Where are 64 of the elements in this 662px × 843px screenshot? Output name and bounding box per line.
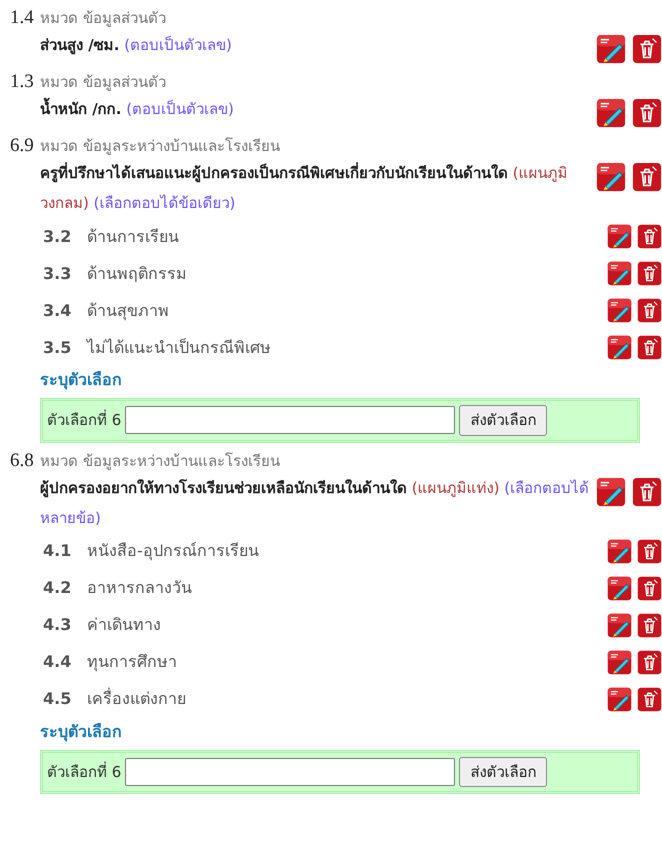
custom-option-heading: ระบุตัวเลือก: [40, 369, 123, 392]
question-text: ผู้ปกครองอยากให้ทางโรงเรียนช่วยเหลือนักเรียนในด้านใด (แผนภูมิแท่ง) (เลือกตอบได้หลายข้อ): [40, 478, 590, 528]
custom-option-field[interactable]: [125, 406, 456, 434]
question-text: ส่วนสูง /ซม. (ตอบเป็นตัวเลข): [40, 34, 233, 56]
option-number: 4.4: [43, 651, 72, 673]
question-number: 1.3: [10, 70, 35, 94]
question-category: หมวด ข้อมูลระหว่างบ้านและโรงเรียน: [40, 136, 281, 157]
question-text: ครูที่ปรึกษาได้เสนอแนะผู้ปกครองเป็นกรณีพิเศษเกี่ยวกับนักเรียนในด้านใด (แผนภูมิวงกลม) (เลือกตอบได้ข้อเดียว): [40, 161, 569, 214]
option-label: ด้านสุขภาพ: [87, 300, 170, 322]
custom-option-label: ตัวเลือกที่ 6: [47, 409, 122, 431]
custom-option-field[interactable]: [125, 758, 456, 786]
edit-icon[interactable]: [607, 335, 632, 360]
edit-icon[interactable]: [596, 476, 626, 506]
option-number: 3.3: [43, 262, 72, 284]
option-number: 3.2: [43, 226, 72, 248]
edit-icon[interactable]: [607, 261, 632, 286]
delete-icon[interactable]: [632, 98, 662, 128]
edit-icon[interactable]: [607, 576, 632, 600]
delete-icon[interactable]: [632, 34, 662, 64]
option-label: ทุนการศึกษา: [87, 651, 178, 674]
question-text: น้ำหนัก /กก. (ตอบเป็นตัวเลข): [40, 94, 590, 124]
edit-icon[interactable]: [596, 98, 626, 128]
submit-option-button[interactable]: ส่งตัวเลือก: [459, 405, 548, 436]
option-number: 3.4: [43, 300, 72, 322]
option-number: 4.5: [43, 688, 72, 710]
question-category: หมวด ข้อมูลส่วนตัว: [40, 8, 167, 29]
submit-option-button[interactable]: ส่งตัวเลือก: [459, 756, 548, 787]
option-number: 4.2: [43, 577, 72, 599]
option-number: 3.5: [43, 336, 72, 358]
edit-icon[interactable]: [607, 538, 632, 564]
custom-option-label: ตัวเลือกที่ 6: [47, 760, 122, 782]
delete-icon[interactable]: [632, 162, 662, 192]
edit-icon[interactable]: [596, 34, 626, 64]
edit-icon[interactable]: [607, 686, 632, 712]
question-number: 6.9: [10, 134, 35, 158]
question-category: หมวด ข้อมูลระหว่างบ้านและโรงเรียน: [40, 450, 281, 472]
delete-icon[interactable]: [637, 576, 662, 600]
delete-icon[interactable]: [637, 335, 662, 360]
option-label: อาหารกลางวัน: [87, 577, 193, 599]
custom-option-heading: ระบุตัวเลือก: [40, 720, 123, 744]
delete-icon[interactable]: [637, 686, 662, 712]
delete-icon[interactable]: [637, 650, 662, 674]
option-label: ไม่ได้แนะนำเป็นกรณีพิเศษ: [87, 336, 272, 358]
edit-icon[interactable]: [607, 298, 632, 323]
option-label: เครื่องแต่งกาย: [87, 687, 187, 710]
option-label: หนังสือ-อุปกรณ์การเรียน: [87, 540, 260, 562]
edit-icon[interactable]: [607, 612, 632, 638]
option-label: ด้านพฤติกรรม: [87, 262, 188, 284]
edit-icon[interactable]: [607, 650, 632, 674]
option-label: ค่าเดินทาง: [87, 614, 162, 636]
option-number: 4.1: [43, 540, 72, 562]
option-number: 4.3: [43, 614, 72, 636]
delete-icon[interactable]: [637, 538, 662, 564]
question-category: หมวด ข้อมูลส่วนตัว: [40, 72, 167, 93]
delete-icon[interactable]: [637, 612, 662, 638]
delete-icon[interactable]: [632, 476, 662, 506]
delete-icon[interactable]: [637, 298, 662, 323]
delete-icon[interactable]: [637, 261, 662, 286]
option-label: ด้านการเรียน: [87, 226, 180, 248]
delete-icon[interactable]: [637, 224, 662, 249]
question-number: 1.4: [10, 6, 35, 30]
question-number: 6.8: [10, 448, 35, 472]
edit-icon[interactable]: [596, 162, 626, 192]
edit-icon[interactable]: [607, 224, 632, 249]
